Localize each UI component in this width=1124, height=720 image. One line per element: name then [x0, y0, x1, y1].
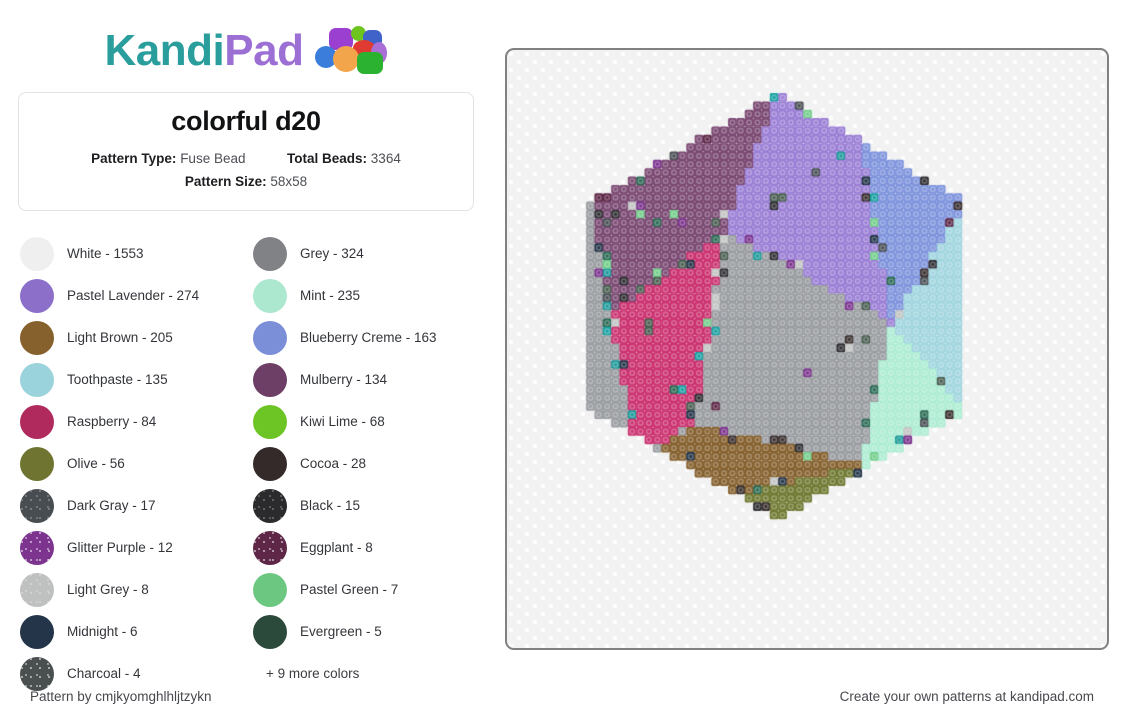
logo-bead-7 — [357, 52, 384, 74]
swatch-texture — [253, 488, 287, 523]
legend-item[interactable]: Grey - 324 — [253, 233, 472, 275]
logo-bead-6 — [333, 46, 360, 72]
legend-item-label: Pastel Green - 7 — [300, 582, 399, 598]
bead-cluster-icon — [313, 26, 388, 76]
pattern-size-value: 58x58 — [270, 174, 308, 190]
swatch-texture — [20, 530, 54, 565]
legend-item-label: Raspberry - 84 — [67, 414, 157, 430]
legend-item[interactable]: Light Brown - 205 — [20, 317, 239, 359]
legend-item[interactable]: Eggplant - 8 — [253, 527, 472, 569]
legend-item[interactable]: Cocoa - 28 — [253, 443, 472, 485]
pattern-info-card: colorful d20 Pattern Type: Fuse Bead Tot… — [18, 92, 474, 211]
legend-item-label: Eggplant - 8 — [300, 540, 373, 556]
legend-item-label: White - 1553 — [67, 246, 144, 262]
color-swatch-icon — [253, 278, 287, 313]
brand-name-part2: Pad — [224, 26, 304, 75]
color-swatch-icon — [20, 488, 54, 523]
legend-item-label: Evergreen - 5 — [300, 624, 382, 640]
legend-item-label: Olive - 56 — [67, 456, 125, 472]
legend-item-label: Light Brown - 205 — [67, 330, 173, 346]
legend-item[interactable]: Black - 15 — [253, 485, 472, 527]
footer-promo[interactable]: Create your own patterns at kandipad.com — [840, 689, 1094, 704]
color-swatch-icon — [253, 530, 287, 565]
color-swatch-icon — [253, 572, 287, 607]
app-root: KandiPad colorful d20 Pattern Type: Fuse… — [0, 0, 1124, 720]
brand-wordmark: KandiPad — [105, 29, 304, 73]
color-swatch-icon — [20, 362, 54, 397]
legend-item[interactable]: Evergreen - 5 — [253, 611, 472, 653]
brand-name-part1: Kandi — [104, 26, 225, 75]
legend-item-label: Mulberry - 134 — [300, 372, 388, 388]
legend-item[interactable]: Raspberry - 84 — [20, 401, 239, 443]
legend-item-label: Blueberry Creme - 163 — [300, 330, 437, 346]
legend-item-label: Midnight - 6 — [67, 624, 138, 640]
color-legend: White - 1553 Grey - 324 Pastel Lavender - … — [16, 233, 476, 695]
color-swatch-icon — [253, 320, 287, 355]
legend-item[interactable]: Dark Gray - 17 — [20, 485, 239, 527]
color-swatch-icon — [20, 572, 54, 607]
color-swatch-icon — [20, 236, 54, 271]
legend-item-label: Toothpaste - 135 — [67, 372, 168, 388]
legend-item[interactable]: Kiwi Lime - 68 — [253, 401, 472, 443]
page-title: colorful d20 — [171, 106, 321, 136]
legend-item[interactable]: Light Grey - 8 — [20, 569, 239, 611]
color-swatch-icon — [253, 404, 287, 439]
color-swatch-icon — [253, 362, 287, 397]
legend-item[interactable]: Mint - 235 — [253, 275, 472, 317]
pattern-meta-row-2: Pattern Size: 58x58 — [35, 170, 457, 194]
legend-item[interactable]: White - 1553 — [20, 233, 239, 275]
total-beads-value: 3364 — [370, 150, 401, 166]
legend-item-label: Grey - 324 — [300, 246, 364, 262]
color-swatch-icon — [20, 614, 54, 649]
legend-item-label: Kiwi Lime - 68 — [300, 414, 385, 430]
color-swatch-icon — [20, 530, 54, 565]
footer-attribution: Pattern by cmjkyomghlhljtzykn — [30, 688, 212, 704]
left-panel: KandiPad colorful d20 Pattern Type: Fuse… — [0, 0, 492, 691]
color-swatch-icon — [20, 320, 54, 355]
swatch-texture — [20, 488, 54, 523]
pattern-size-label: Pattern Size: — [184, 174, 267, 190]
legend-item[interactable]: Pastel Lavender - 274 — [20, 275, 239, 317]
legend-item-label: Cocoa - 28 — [300, 456, 367, 472]
legend-item[interactable]: Midnight - 6 — [20, 611, 239, 653]
legend-item[interactable]: Olive - 56 — [20, 443, 239, 485]
color-swatch-icon — [20, 404, 54, 439]
total-beads-label: Total Beads: — [287, 150, 368, 166]
color-swatch-icon — [20, 446, 54, 481]
legend-item-label: Light Grey - 8 — [67, 582, 149, 598]
pattern-meta-row-1: Pattern Type: Fuse Bead Total Beads: 336… — [35, 147, 457, 171]
swatch-texture — [20, 572, 54, 607]
color-swatch-icon — [253, 614, 287, 649]
pattern-type-label: Pattern Type: — [91, 150, 177, 166]
legend-item-label: Pastel Lavender - 274 — [67, 288, 200, 304]
legend-item[interactable]: Blueberry Creme - 163 — [253, 317, 472, 359]
color-swatch-icon — [253, 236, 287, 271]
color-swatch-icon — [253, 446, 287, 481]
pattern-type-value: Fuse Bead — [180, 150, 246, 166]
color-swatch-icon — [253, 488, 287, 523]
legend-item-label: Glitter Purple - 12 — [67, 540, 173, 556]
legend-item[interactable]: Toothpaste - 135 — [20, 359, 239, 401]
swatch-texture — [253, 530, 287, 565]
pattern-preview-card[interactable] — [505, 48, 1109, 650]
legend-item-label: Mint - 235 — [300, 288, 361, 304]
legend-item-label: Black - 15 — [300, 498, 361, 514]
brand-logo[interactable]: KandiPad — [16, 18, 476, 84]
legend-item[interactable]: Mulberry - 134 — [253, 359, 472, 401]
legend-item[interactable]: Glitter Purple - 12 — [20, 527, 239, 569]
legend-item[interactable]: Pastel Green - 7 — [253, 569, 472, 611]
legend-item-label: Dark Gray - 17 — [67, 498, 156, 514]
footer: Pattern by cmjkyomghlhljtzykn Create you… — [0, 672, 1124, 720]
bead-pattern-canvas[interactable] — [507, 50, 1107, 648]
color-swatch-icon — [20, 278, 54, 313]
